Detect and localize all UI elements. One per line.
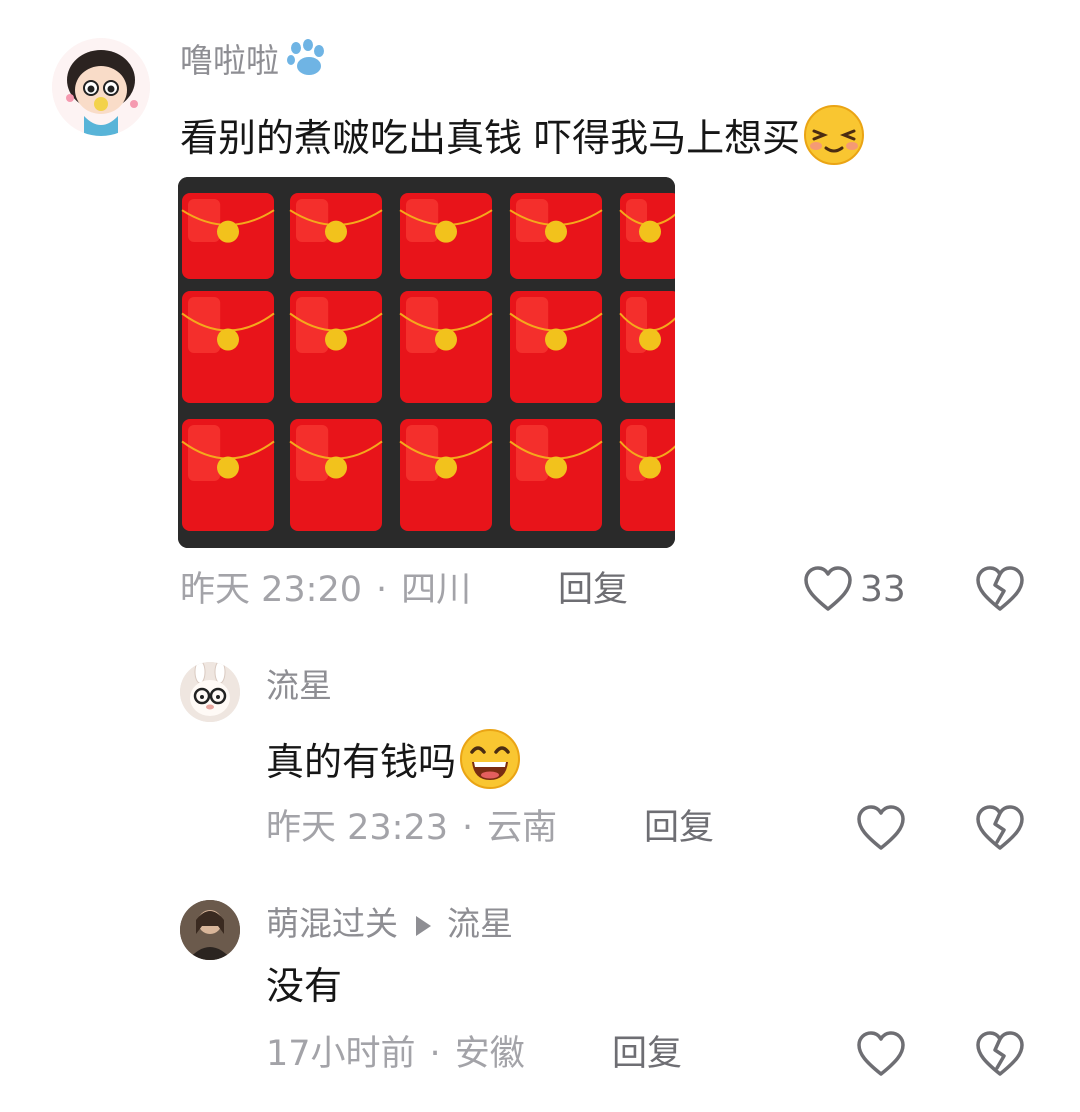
- timestamp: 昨天 23:20: [180, 570, 362, 610]
- shy-smile-emoji-icon: [802, 104, 866, 177]
- comment-meta: 昨天 23:20 · 四川: [180, 568, 471, 612]
- bunny-with-glasses-avatar-icon: [180, 662, 240, 722]
- comment-text-body: 看别的煮啵吃出真钱 吓得我马上想买: [180, 116, 801, 160]
- red-envelope-cake: [289, 419, 383, 531]
- red-envelope-cake: [619, 291, 675, 403]
- comment-image[interactable]: [178, 177, 675, 548]
- reply-button[interactable]: 回复: [558, 568, 628, 612]
- red-envelope-cake: [181, 193, 275, 279]
- timestamp: 昨天 23:23: [266, 808, 448, 848]
- red-envelope-cake: [509, 419, 603, 531]
- avatar[interactable]: [180, 662, 240, 722]
- red-envelope-cake: [289, 291, 383, 403]
- username[interactable]: 噜啦啦: [180, 38, 329, 87]
- separator-dot: ·: [376, 570, 388, 610]
- location: 安徽: [454, 1034, 525, 1074]
- timestamp: 17小时前: [266, 1034, 416, 1074]
- reply-to-arrow-icon: [416, 915, 431, 936]
- avatar[interactable]: [52, 38, 150, 136]
- red-envelope-cake: [509, 193, 603, 279]
- red-envelope-cake: [399, 419, 493, 531]
- like-button[interactable]: [856, 804, 906, 856]
- dislike-button[interactable]: [975, 565, 1025, 617]
- red-envelope-cake: [181, 291, 275, 403]
- avatar[interactable]: [180, 900, 240, 960]
- red-envelope-cake: [399, 193, 493, 279]
- person-photo-avatar-icon: [180, 900, 240, 960]
- red-envelope-cake: [619, 419, 675, 531]
- red-envelope-cake: [289, 193, 383, 279]
- username-line: 萌混过关 流星: [266, 904, 513, 944]
- broken-heart-icon: [976, 566, 1024, 611]
- comment-text: 看别的煮啵吃出真钱 吓得我马上想买: [180, 104, 866, 177]
- reply-button[interactable]: 回复: [612, 1032, 682, 1076]
- like-count: 33: [860, 569, 906, 610]
- username[interactable]: 流星: [266, 666, 332, 706]
- heart-icon: [857, 1031, 905, 1076]
- red-envelope-cake: [619, 193, 675, 279]
- heart-icon: [804, 566, 852, 611]
- red-envelope-cake: [399, 291, 493, 403]
- red-envelope-cakes-image: [178, 177, 675, 548]
- location: 云南: [487, 808, 558, 848]
- reply-button[interactable]: 回复: [644, 806, 714, 850]
- paw-icon: [283, 38, 329, 87]
- cartoon-girl-avatar-icon: [52, 38, 150, 136]
- dislike-button[interactable]: [975, 804, 1025, 856]
- username-text: 噜啦啦: [180, 41, 279, 80]
- separator-dot: ·: [429, 1034, 441, 1074]
- comment-text-body: 真的有钱吗: [266, 740, 457, 784]
- red-envelope-cake: [509, 291, 603, 403]
- like-button[interactable]: [856, 1030, 906, 1082]
- broken-heart-icon: [976, 1031, 1024, 1076]
- comment-text: 没有: [266, 964, 343, 1008]
- comment-meta: 17小时前 · 安徽: [266, 1032, 525, 1076]
- comment-text: 真的有钱吗: [266, 728, 522, 801]
- broken-heart-icon: [976, 805, 1024, 850]
- reply-to-username[interactable]: 流星: [447, 904, 513, 943]
- red-envelope-cake: [181, 419, 275, 531]
- location: 四川: [401, 570, 472, 610]
- comment-meta: 昨天 23:23 · 云南: [266, 806, 557, 850]
- separator-dot: ·: [462, 808, 474, 848]
- grin-emoji-icon: [458, 728, 522, 801]
- username[interactable]: 萌混过关: [266, 904, 398, 943]
- dislike-button[interactable]: [975, 1030, 1025, 1082]
- like-button[interactable]: [803, 565, 853, 617]
- heart-icon: [857, 805, 905, 850]
